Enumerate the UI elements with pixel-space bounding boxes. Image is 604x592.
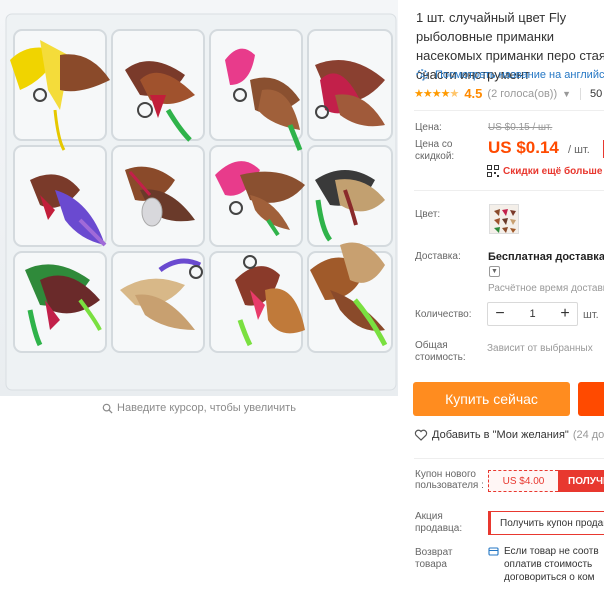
shipping-estimate: Расчётное время доставки bbox=[488, 283, 604, 294]
product-gallery: Наведите курсор, чтобы увеличить bbox=[0, 0, 398, 592]
total-label: Общая стоимость: bbox=[415, 340, 466, 363]
color-option-thumbnail[interactable] bbox=[489, 204, 519, 234]
rating-value: 4.5 bbox=[464, 86, 483, 101]
chevron-down-icon[interactable]: ▼ bbox=[489, 266, 500, 277]
orders-count: 50 bbox=[590, 87, 603, 100]
product-info: 1 шт. случайный цвет Fly рыболовные прим… bbox=[405, 0, 604, 592]
buy-now-button[interactable]: Купить сейчас bbox=[413, 382, 570, 416]
shield-icon bbox=[488, 547, 499, 556]
price-unit: / шт. bbox=[568, 144, 590, 156]
product-image[interactable] bbox=[0, 0, 398, 396]
quantity-label: Количество: bbox=[415, 309, 472, 320]
returns-line-2: оплатив стоимость bbox=[504, 559, 593, 570]
svg-text:A: A bbox=[420, 72, 425, 80]
divider bbox=[414, 458, 604, 459]
app-discount-link[interactable]: Скидки ещё больше в приложении bbox=[487, 165, 604, 177]
seller-promo-label: Акция продавца: bbox=[415, 511, 463, 534]
rating-row: ★★★★★ 4.5 (2 голоса(ов)) ▼ 50 bbox=[414, 86, 602, 101]
shipping-label: Доставка: bbox=[415, 251, 461, 262]
color-label: Цвет: bbox=[415, 209, 441, 220]
wishlist-text[interactable]: Добавить в "Мои желания" bbox=[432, 429, 569, 441]
discount-price-label: Цена со скидкой: bbox=[415, 139, 455, 162]
returns-policy: Если товар не соотв оплатив стоимость до… bbox=[488, 545, 604, 584]
current-price: US $0.14 bbox=[488, 138, 559, 157]
seller-coupon-button[interactable]: Получить купон продавца bbox=[488, 511, 604, 535]
translate-link[interactable]: A Посмотреть название на английском bbox=[414, 67, 604, 83]
old-price: US $0.15 / шт. bbox=[488, 122, 553, 133]
app-discount-text[interactable]: Скидки ещё больше в приложении bbox=[503, 166, 604, 177]
total-value: Зависит от выбранных bbox=[487, 343, 593, 354]
chevron-down-icon[interactable]: ▼ bbox=[562, 89, 571, 99]
quantity-input[interactable]: 1 bbox=[512, 308, 553, 320]
divider bbox=[414, 110, 604, 111]
divider bbox=[580, 87, 582, 100]
votes-link[interactable]: (2 голоса(ов)) bbox=[487, 88, 557, 100]
zoom-hint-text: Наведите курсор, чтобы увеличить bbox=[117, 402, 296, 414]
translate-icon: A bbox=[416, 69, 428, 81]
qr-code-icon bbox=[487, 165, 499, 177]
quantity-stepper: − 1 + bbox=[487, 302, 578, 326]
get-coupon-button[interactable]: ПОЛУЧИТЬ bbox=[558, 470, 604, 492]
returns-line-3: договориться о ком bbox=[504, 572, 595, 583]
translate-link-text[interactable]: Посмотреть название на английском bbox=[435, 69, 604, 81]
quantity-increase-button[interactable]: + bbox=[553, 303, 577, 325]
quantity-decrease-button[interactable]: − bbox=[488, 303, 512, 325]
returns-line-1: Если товар не соотв bbox=[504, 546, 599, 557]
heart-icon bbox=[414, 429, 428, 441]
zoom-hint: Наведите курсор, чтобы увеличить bbox=[0, 402, 398, 414]
new-user-coupon-label: Купон нового пользователя : bbox=[415, 469, 484, 491]
wishlist-link[interactable]: Добавить в "Мои желания" (24 доб bbox=[414, 428, 604, 442]
new-user-coupon-value: US $4.00 bbox=[488, 470, 558, 492]
magnifier-icon bbox=[102, 403, 113, 414]
quantity-unit: шт. bbox=[583, 309, 599, 321]
add-to-cart-button[interactable] bbox=[578, 382, 604, 416]
shipping-method: Бесплатная доставка bbox=[488, 251, 604, 263]
divider bbox=[414, 190, 604, 191]
returns-label: Возврат товара bbox=[415, 547, 453, 570]
price-label: Цена: bbox=[415, 122, 442, 133]
wishlist-count: (24 доб bbox=[572, 429, 604, 441]
rating-stars-icon: ★★★★★ bbox=[414, 88, 459, 100]
